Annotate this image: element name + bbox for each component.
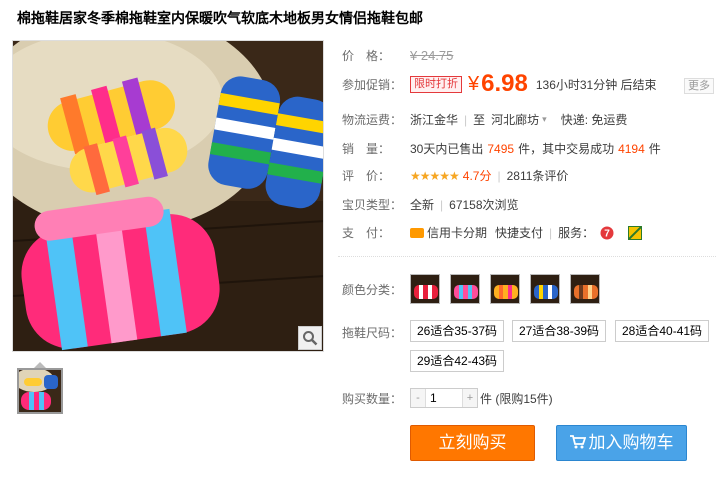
swatch-image: [451, 275, 479, 303]
promo-price: 6.98: [481, 70, 528, 97]
thumbnail-image: [19, 370, 61, 412]
seven-day-return-icon[interactable]: 7: [600, 226, 614, 240]
cart-icon: [569, 435, 586, 449]
color-row: 颜色分类：: [342, 274, 610, 304]
size-option-27[interactable]: 27适合38-39码: [512, 320, 607, 342]
color-swatch-brown[interactable]: [570, 274, 600, 304]
sales-row: 销 量： 30天内已售出 7495 件，其中交易成功 4194 件: [342, 140, 661, 157]
star-rating-icon: ★★★★★: [410, 168, 460, 183]
quantity-stepper: - +: [410, 388, 478, 408]
color-swatch-red[interactable]: [410, 274, 440, 304]
color-swatch-blue[interactable]: [530, 274, 560, 304]
size-row: 拖鞋尺码：: [342, 324, 410, 341]
original-price: ¥ 24.75: [410, 48, 454, 63]
success-count: 4194: [618, 141, 645, 156]
ship-to-select[interactable]: 河北廊坊: [491, 111, 539, 128]
rating-label: 评 价：: [342, 169, 391, 183]
quick-pay-link[interactable]: 快捷支付: [495, 224, 543, 241]
color-label: 颜色分类：: [342, 282, 403, 297]
quantity-increase-button[interactable]: +: [463, 389, 477, 407]
quantity-row: 购买数量： - + 件 (限购15件): [342, 388, 553, 408]
slippers-photo: [13, 41, 323, 351]
size-option-29[interactable]: 29适合42-43码: [410, 350, 505, 372]
rating-row: 评 价： ★★★★★ 4.7分 | 2811条评价: [342, 167, 569, 184]
payment-label: 支 付：: [342, 226, 391, 240]
promo-row: 参加促销： 限时打折 ¥ 6.98 136小时31分钟 后结束: [342, 70, 657, 98]
product-main-image[interactable]: [12, 40, 324, 352]
review-count-link[interactable]: 2811条评价: [507, 167, 569, 184]
section-divider: [338, 256, 716, 257]
sales-middle: 件，其中交易成功: [518, 142, 615, 156]
promo-label: 参加促销：: [342, 77, 403, 92]
item-condition: 全新: [410, 198, 435, 212]
item-type-label: 宝贝类型：: [342, 198, 403, 212]
guarantee-icon[interactable]: [628, 225, 643, 240]
add-to-cart-button[interactable]: 加入购物车: [556, 425, 687, 461]
quantity-input[interactable]: [425, 389, 463, 407]
buy-now-button[interactable]: 立刻购买: [410, 425, 535, 461]
more-promos-button[interactable]: 更多: [684, 78, 714, 94]
currency-symbol: ¥: [468, 72, 480, 95]
sold-count: 7495: [487, 141, 515, 156]
express-fee: 快递: 免运费: [560, 113, 628, 127]
swatch-image: [411, 275, 439, 303]
size-option-26[interactable]: 26适合35-37码: [410, 320, 505, 342]
credit-installment-link[interactable]: 信用卡分期: [427, 224, 487, 241]
swatch-image: [571, 275, 599, 303]
ship-to-prefix: 至: [473, 113, 486, 127]
shipping-label: 物流运费：: [342, 113, 403, 127]
product-title: 棉拖鞋居家冬季棉拖鞋室内保暖吹气软底木地板男女情侣拖鞋包邮: [17, 10, 423, 26]
color-swatch-pink[interactable]: [450, 274, 480, 304]
view-count: 67158次浏览: [449, 198, 519, 212]
price-label: 价 格：: [342, 49, 391, 63]
sales-prefix: 30天内已售出: [410, 142, 484, 156]
shipping-row: 物流运费： 浙江金华 | 至 河北廊坊 ▾ 快递: 免运费: [342, 111, 628, 128]
item-type-row: 宝贝类型： 全新 | 67158次浏览: [342, 197, 519, 213]
quantity-decrease-button[interactable]: -: [411, 389, 425, 407]
promo-tag: 限时打折: [410, 75, 462, 93]
swatch-image: [531, 275, 559, 303]
sales-label: 销 量：: [342, 142, 391, 156]
size-label: 拖鞋尺码：: [342, 326, 403, 340]
rating-score: 4.7分: [462, 169, 492, 183]
add-to-cart-label: 加入购物车: [588, 433, 674, 452]
sales-suffix: 件: [648, 142, 661, 156]
quantity-label: 购买数量：: [342, 391, 403, 406]
quantity-limit: 件 (限购15件): [480, 391, 553, 406]
credit-card-icon: [410, 227, 424, 238]
chevron-down-icon: ▾: [542, 114, 547, 124]
payment-row: 支 付： 信用卡分期 快捷支付 | 服务： 7: [342, 224, 643, 241]
svg-text:7: 7: [604, 228, 610, 239]
promo-countdown: 136小时31分钟 后结束: [535, 77, 657, 92]
swatch-image: [491, 275, 519, 303]
ship-from: 浙江金华: [410, 113, 459, 127]
magnifier-icon: [303, 331, 318, 346]
service-label: 服务：: [558, 226, 595, 240]
size-option-28[interactable]: 28适合40-41码: [615, 320, 710, 342]
price-row: 价 格： ¥ 24.75: [342, 47, 453, 64]
zoom-button[interactable]: [298, 326, 322, 350]
color-swatch-orange[interactable]: [490, 274, 520, 304]
thumbnail-1[interactable]: [17, 368, 63, 414]
